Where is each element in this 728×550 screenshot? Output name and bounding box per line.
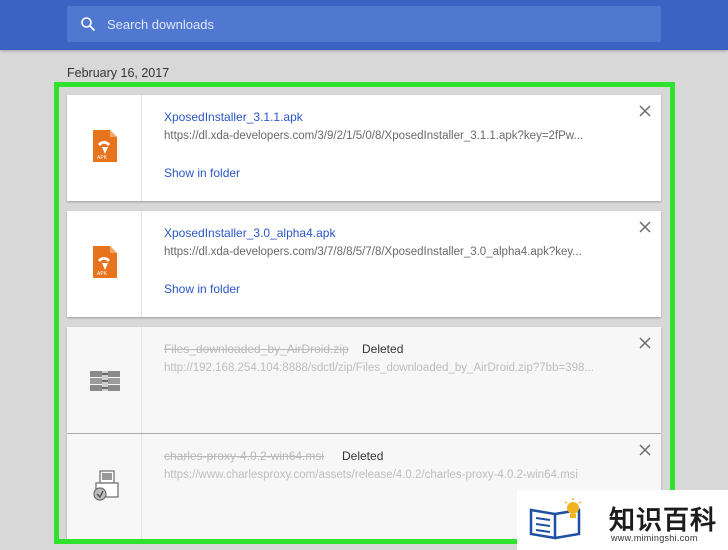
highlight-frame — [54, 82, 675, 544]
book-lightbulb-icon — [529, 498, 582, 540]
watermark: 知识百科 www.mimingshi.com — [517, 490, 728, 550]
date-heading: February 16, 2017 — [67, 66, 170, 80]
watermark-url: www.mimingshi.com — [611, 533, 698, 543]
search-icon[interactable] — [80, 16, 96, 32]
search-input[interactable] — [107, 6, 647, 42]
watermark-text: 知识百科 — [609, 505, 718, 535]
toolbar — [0, 0, 728, 50]
search-box[interactable] — [67, 6, 661, 42]
